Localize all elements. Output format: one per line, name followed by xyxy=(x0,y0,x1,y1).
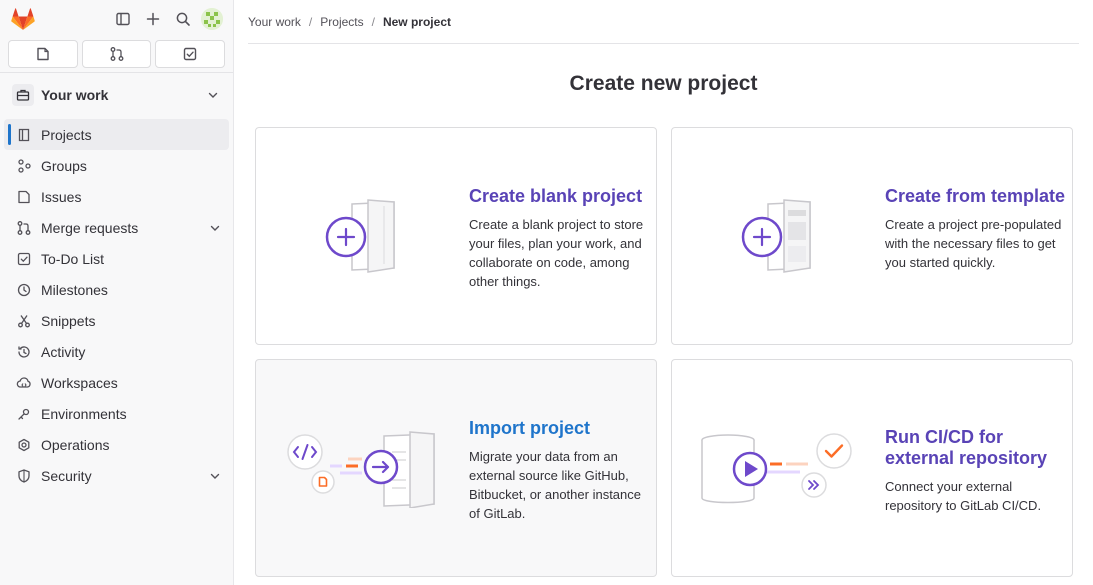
sidebar-item-workspaces[interactable]: Workspaces xyxy=(4,367,229,398)
sidebar-item-activity[interactable]: Activity xyxy=(4,336,229,367)
sidebar-item-label: Environments xyxy=(41,405,127,422)
card-title: Create from template xyxy=(885,186,1066,206)
template-illustration xyxy=(738,198,818,277)
milestone-icon xyxy=(16,282,32,298)
todo-icon xyxy=(183,47,197,61)
sidebar-item-label: Projects xyxy=(41,126,92,143)
assigned-issues-button[interactable] xyxy=(8,40,78,68)
sidebar-item-label: Issues xyxy=(41,188,82,205)
search-icon[interactable] xyxy=(171,7,195,31)
sidebar-item-groups[interactable]: Groups xyxy=(4,150,229,181)
merge-request-icon xyxy=(110,47,123,61)
sidebar-item-merge-requests[interactable]: Merge requests xyxy=(4,212,229,243)
group-icon xyxy=(16,158,32,174)
avatar[interactable] xyxy=(201,8,223,30)
shield-icon xyxy=(16,468,32,484)
sidebar-nav: Projects Groups Issues Merge requests To… xyxy=(0,119,233,491)
card-description: Create a blank project to store your fil… xyxy=(469,217,644,289)
blank-project-illustration xyxy=(322,198,402,277)
todo-icon xyxy=(16,251,32,267)
history-icon xyxy=(16,344,32,360)
breadcrumb-separator: / xyxy=(371,14,375,29)
sidebar: Your work Projects Groups Issues Merge r… xyxy=(0,0,234,585)
import-project-illustration xyxy=(284,430,440,511)
sidebar-item-label: Milestones xyxy=(41,281,108,298)
sidebar-item-issues[interactable]: Issues xyxy=(4,181,229,212)
breadcrumb-projects[interactable]: Projects xyxy=(320,15,363,29)
merge-requests-button[interactable] xyxy=(81,40,152,68)
sidebar-item-label: Activity xyxy=(41,343,86,360)
briefcase-icon xyxy=(12,84,34,106)
sidebar-item-environments[interactable]: Environments xyxy=(4,398,229,429)
sidebar-item-label: Merge requests xyxy=(41,219,139,236)
sidebar-item-milestones[interactable]: Milestones xyxy=(4,274,229,305)
create-blank-project-card[interactable]: Create blank project Create a blank proj… xyxy=(255,127,657,345)
sidebar-item-projects[interactable]: Projects xyxy=(4,119,229,150)
snippet-icon xyxy=(16,313,32,329)
workspace-icon xyxy=(16,375,32,391)
environment-icon xyxy=(16,406,32,422)
sidebar-item-label: Operations xyxy=(41,436,110,453)
breadcrumb-separator: / xyxy=(308,14,313,29)
run-cicd-card[interactable]: Run CI/CD for external repository Connec… xyxy=(671,359,1073,577)
sidebar-item-security[interactable]: Security xyxy=(4,460,229,491)
chevron-down-icon xyxy=(210,473,220,479)
breadcrumb: Your work / Projects / New project xyxy=(248,0,1079,44)
cicd-illustration xyxy=(700,432,860,511)
sidebar-item-label: Snippets xyxy=(41,312,96,329)
plus-icon[interactable] xyxy=(141,7,165,31)
sidebar-item-label: Workspaces xyxy=(41,374,118,391)
sidebar-topbar xyxy=(0,0,233,38)
issues-icon xyxy=(16,189,32,205)
quick-actions xyxy=(0,38,233,68)
card-description: Create a project pre-populated with the … xyxy=(885,217,1062,270)
card-description: Connect your external repository to GitL… xyxy=(885,479,1042,513)
merge-request-icon xyxy=(16,220,32,236)
card-title: Create blank project xyxy=(469,186,643,206)
sidebar-item-operations[interactable]: Operations xyxy=(4,429,229,460)
context-switcher[interactable]: Your work xyxy=(0,77,233,113)
page-title: Create new project xyxy=(569,72,758,95)
context-label: Your work xyxy=(41,87,109,103)
main-content: Your work / Projects / New project Creat… xyxy=(234,0,1093,585)
project-icon xyxy=(16,127,32,143)
sidebar-item-label: To-Do List xyxy=(41,250,105,267)
chevron-down-icon xyxy=(208,92,218,98)
chevron-down-icon xyxy=(210,225,220,231)
card-title: Run CI/CD for external repository xyxy=(885,427,1048,468)
sidebar-toggle-icon[interactable] xyxy=(111,7,135,31)
sidebar-item-label: Security xyxy=(41,467,92,484)
card-title: Import project xyxy=(469,418,591,438)
gitlab-logo[interactable] xyxy=(10,6,36,32)
card-description: Migrate your data from an external sourc… xyxy=(469,449,641,521)
import-project-card[interactable]: Import project Migrate your data from an… xyxy=(255,359,657,577)
sidebar-item-todo-list[interactable]: To-Do List xyxy=(4,243,229,274)
breadcrumb-your-work[interactable]: Your work xyxy=(248,15,301,29)
issues-icon xyxy=(37,47,49,61)
create-from-template-card[interactable]: Create from template Create a project pr… xyxy=(671,127,1073,345)
breadcrumb-current[interactable]: New project xyxy=(383,15,451,29)
todo-list-button[interactable] xyxy=(155,40,226,68)
operations-icon xyxy=(16,437,32,453)
sidebar-item-snippets[interactable]: Snippets xyxy=(4,305,229,336)
sidebar-divider xyxy=(0,72,233,73)
sidebar-item-label: Groups xyxy=(41,157,87,174)
